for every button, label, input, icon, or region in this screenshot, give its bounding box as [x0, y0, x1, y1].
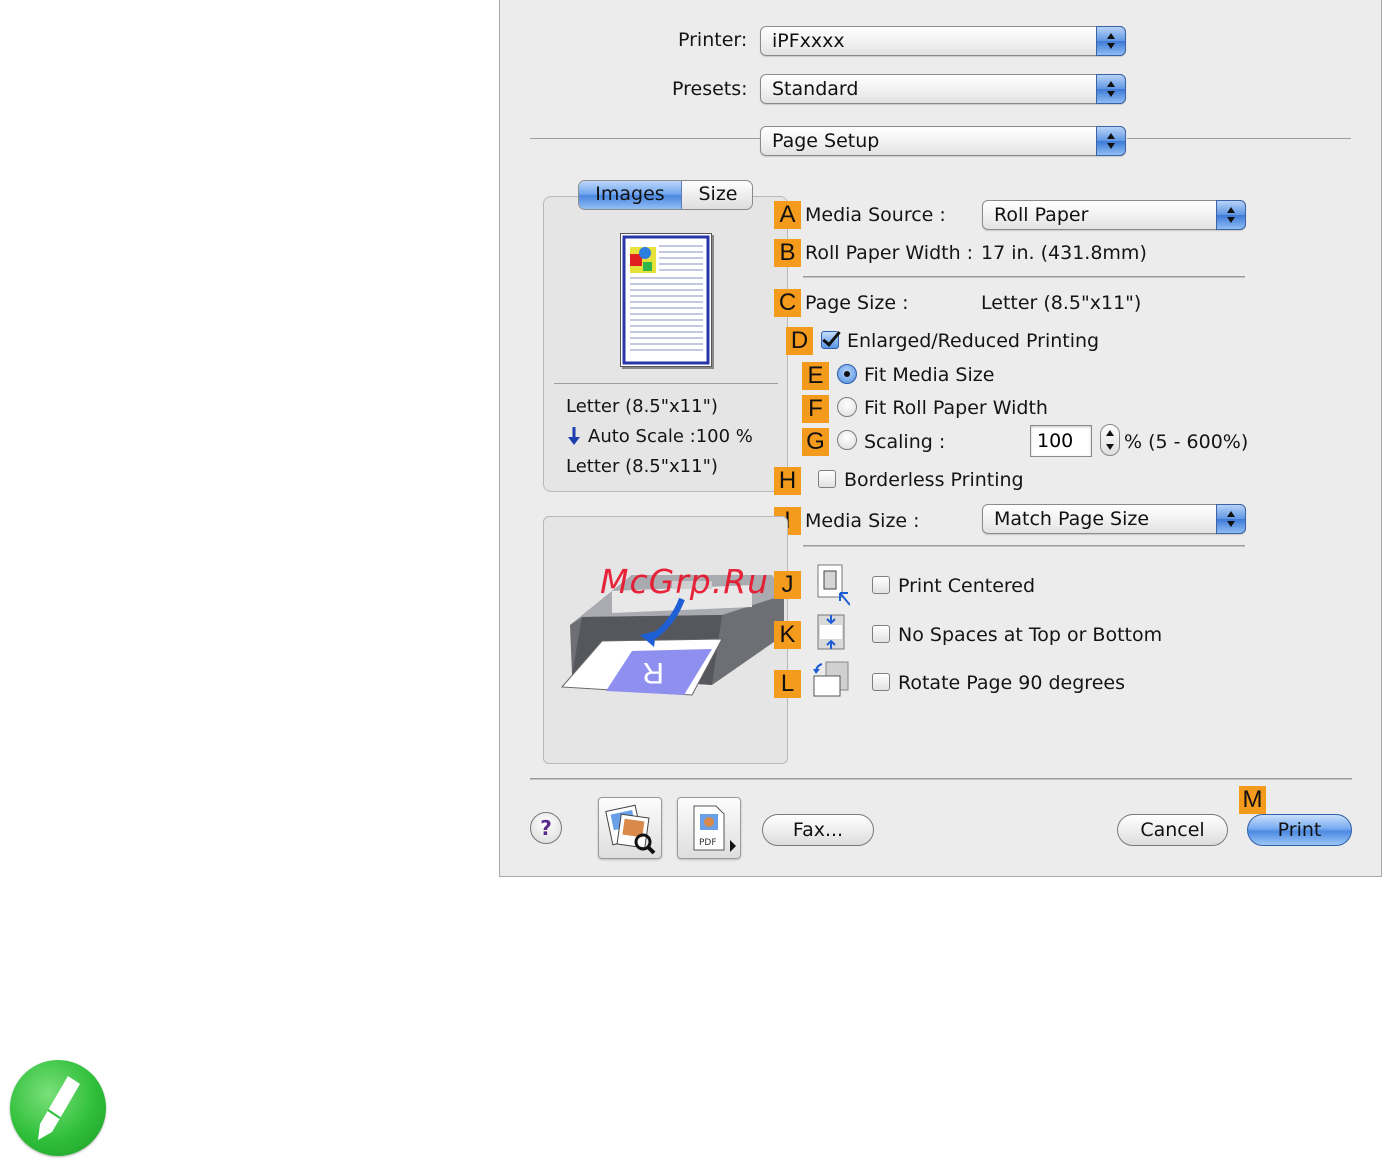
cancel-button[interactable]: Cancel: [1117, 814, 1228, 846]
enlarged-checkbox[interactable]: [821, 331, 839, 349]
fit-media-radio[interactable]: [837, 364, 857, 384]
preview-button[interactable]: [598, 797, 662, 859]
callout-j: J: [774, 571, 801, 599]
print-button[interactable]: Print: [1247, 814, 1352, 846]
media-source-label: Media Source :: [805, 204, 946, 226]
panel-select-value: Page Setup: [772, 130, 880, 152]
pencil-note-icon: [10, 1060, 106, 1156]
rotate-label: Rotate Page 90 degrees: [898, 672, 1125, 694]
rotate-page-icon: [812, 660, 849, 697]
help-button[interactable]: ?: [530, 812, 562, 844]
popup-arrows-icon: [1096, 74, 1126, 104]
divider: [1127, 138, 1351, 139]
media-size-label: Media Size :: [805, 510, 920, 532]
printer-value: iPFxxxx: [772, 30, 845, 52]
auto-scale-text: Auto Scale :100 %: [588, 426, 753, 447]
callout-l: L: [774, 670, 801, 698]
image-preview-icon: [605, 804, 656, 855]
callout-d: D: [786, 327, 813, 355]
scaling-radio[interactable]: [837, 430, 857, 450]
svg-text:R: R: [642, 656, 664, 689]
media-source-value: Roll Paper: [994, 204, 1089, 226]
presets-popup[interactable]: Standard: [760, 74, 1126, 104]
tab-images[interactable]: Images: [579, 181, 682, 209]
printer-label: Printer:: [678, 29, 748, 51]
view-tabs: Images Size: [578, 180, 753, 210]
roll-width-label: Roll Paper Width :: [805, 242, 974, 264]
tab-size[interactable]: Size: [683, 181, 752, 209]
callout-b: B: [774, 239, 801, 267]
pdf-label: PDF: [699, 838, 717, 848]
print-centered-label: Print Centered: [898, 575, 1036, 597]
fax-button[interactable]: Fax...: [762, 814, 874, 846]
page-size-label: Page Size :: [805, 292, 909, 314]
divider: [530, 138, 760, 139]
popup-arrows-icon: [1216, 504, 1246, 534]
paper-size-line1: Letter (8.5"x11"): [566, 396, 718, 417]
callout-a: A: [774, 201, 801, 229]
callout-f: F: [802, 395, 829, 423]
pdf-icon: [693, 805, 736, 852]
borderless-checkbox[interactable]: [818, 470, 836, 488]
media-size-popup[interactable]: Match Page Size: [982, 504, 1246, 534]
scaling-stepper[interactable]: [1100, 424, 1120, 456]
printer-popup[interactable]: iPFxxxx: [760, 26, 1126, 56]
panel-select-popup[interactable]: Page Setup: [760, 126, 1126, 156]
print-dialog: Printer: iPFxxxx Presets: Standard Page …: [499, 0, 1382, 877]
callout-k: K: [774, 621, 801, 649]
no-spaces-icon: [816, 613, 846, 650]
divider: [803, 276, 1245, 278]
scaling-label: Scaling :: [864, 431, 946, 453]
page-preview-icon: [622, 235, 710, 365]
fit-roll-label: Fit Roll Paper Width: [864, 397, 1048, 419]
borderless-label: Borderless Printing: [844, 469, 1024, 491]
presets-value: Standard: [772, 78, 859, 100]
presets-label: Presets:: [672, 78, 748, 100]
page-preview: [620, 233, 712, 367]
callout-c: C: [774, 289, 801, 317]
divider: [803, 545, 1245, 547]
print-centered-checkbox[interactable]: [872, 576, 890, 594]
popup-arrows-icon: [1096, 126, 1126, 156]
enlarged-label: Enlarged/Reduced Printing: [847, 330, 1100, 352]
no-spaces-checkbox[interactable]: [872, 625, 890, 643]
callout-g: G: [802, 428, 829, 456]
down-arrow-icon: [566, 425, 582, 447]
callout-h: H: [774, 467, 801, 495]
no-spaces-label: No Spaces at Top or Bottom: [898, 624, 1163, 646]
watermark-text: McGrp.Ru: [600, 562, 770, 601]
media-size-value: Match Page Size: [994, 508, 1150, 530]
print-centered-icon: [816, 563, 851, 606]
popup-arrows-icon: [1216, 200, 1246, 230]
paper-size-line2: Letter (8.5"x11"): [566, 456, 718, 477]
popup-arrows-icon: [1096, 26, 1126, 56]
callout-e: E: [802, 362, 829, 390]
divider: [554, 383, 778, 384]
stepper-arrows-icon: [1106, 430, 1114, 450]
question-icon: ?: [540, 816, 552, 840]
media-source-popup[interactable]: Roll Paper: [982, 200, 1246, 230]
roll-width-value: 17 in. (431.8mm): [981, 242, 1147, 264]
pdf-button[interactable]: PDF: [677, 797, 741, 859]
page-size-value: Letter (8.5"x11"): [981, 292, 1142, 314]
rotate-checkbox[interactable]: [872, 673, 890, 691]
divider: [530, 778, 1352, 780]
scaling-input[interactable]: [1030, 425, 1092, 457]
fit-roll-radio[interactable]: [837, 397, 857, 417]
fit-media-label: Fit Media Size: [864, 364, 995, 386]
preview-panel: Letter (8.5"x11") Auto Scale :100 % Lett…: [543, 196, 788, 492]
scaling-range: % (5 - 600%): [1124, 431, 1249, 453]
callout-m: M: [1239, 786, 1266, 814]
printer-illustration-panel: R: [543, 516, 788, 764]
